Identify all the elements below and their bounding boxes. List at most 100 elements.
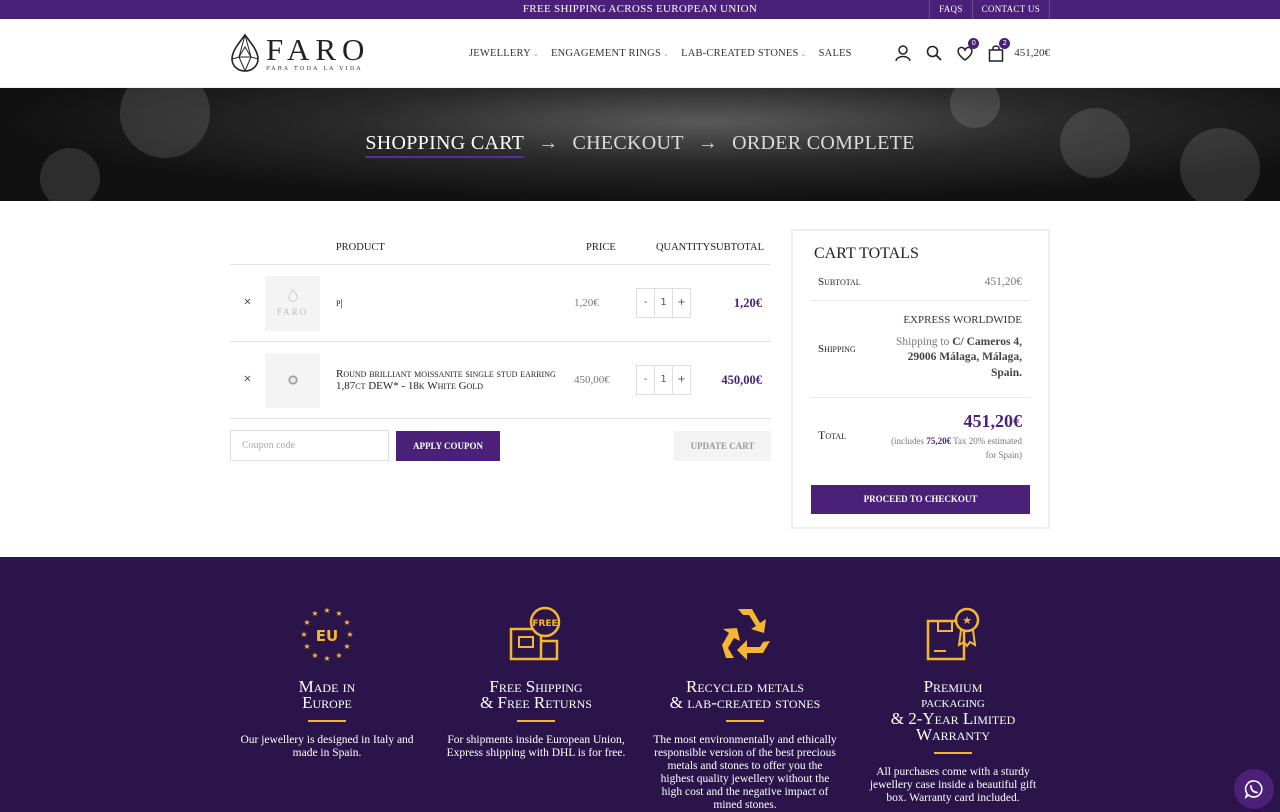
qty-plus-button[interactable]: + xyxy=(673,366,690,394)
earring-product-image xyxy=(288,375,297,385)
nav-label: JEWELLERY xyxy=(469,48,531,59)
faro-logo[interactable]: FARO PARA TODA LA VIDA xyxy=(230,33,370,73)
nav-item-jewellery[interactable]: JEWELLERY ⌄ xyxy=(469,48,539,59)
free-shipping-box-icon: FREE xyxy=(509,606,561,661)
feature-recycled-metals: Recycled metals & lab-created stones The … xyxy=(645,605,845,812)
nav-item-engagement-rings[interactable]: ENGAGEMENT RINGS ⌄ xyxy=(551,48,669,59)
product-thumbnail[interactable]: FARO xyxy=(265,275,320,331)
shipping-details: EXPRESS WORLDWIDE Shipping to C/ Cameros… xyxy=(896,313,1030,381)
qty-plus-button[interactable]: + xyxy=(673,289,690,317)
header-subtotal: SUBTOTAL xyxy=(710,241,764,253)
whatsapp-chat-button[interactable] xyxy=(1234,769,1274,809)
cart-table-header: PRODUCT PRICE QUANTITY SUBTOTAL xyxy=(230,230,771,265)
shipping-method: EXPRESS WORLDWIDE xyxy=(903,314,1022,326)
nav-item-lab-created-stones[interactable]: LAB-CREATED STONES ⌄ xyxy=(681,48,807,59)
faqs-link[interactable]: FAQS xyxy=(929,0,972,19)
top-links: FAQS CONTACT US xyxy=(929,0,1050,19)
shipping-announcement: FREE SHIPPING ACROSS EUROPEAN UNION xyxy=(522,3,758,15)
svg-text:★: ★ xyxy=(323,654,330,663)
product-price: 1,20€ xyxy=(574,297,599,309)
shipping-address-line: Spain. xyxy=(990,366,1022,379)
top-bar: FREE SHIPPING ACROSS EUROPEAN UNION FAQS… xyxy=(0,0,1280,19)
tax-value: 75,20€ xyxy=(926,435,952,446)
product-name-link[interactable]: p| xyxy=(336,297,574,309)
divider xyxy=(934,752,972,754)
qty-input[interactable]: 1 xyxy=(654,366,673,394)
header-icons: 0 2 451,20€ xyxy=(894,38,1050,62)
nav-item-sales[interactable]: SALES xyxy=(819,48,852,59)
shipping-label: Shipping xyxy=(818,343,856,355)
eu-stars-icon: ★ ★★★★★ ★★★★★★ EU xyxy=(300,606,353,663)
svg-text:★: ★ xyxy=(311,651,318,660)
row-subtotal: 450,00€ xyxy=(721,372,762,387)
quantity-stepper: - 1 + xyxy=(636,365,691,395)
product-price: 450,00€ xyxy=(574,374,610,386)
feature-title: Europe xyxy=(302,693,352,712)
product-thumbnail[interactable] xyxy=(265,352,320,408)
feature-title: Premium xyxy=(923,677,983,696)
cart-count-badge: 2 xyxy=(999,38,1011,49)
cart-totals-panel: CART TOTALS Subtotal 451,20€ Shipping EX… xyxy=(791,229,1050,529)
svg-text:★: ★ xyxy=(343,618,350,627)
product-name-link[interactable]: Round brilliant moissanite single stud e… xyxy=(336,368,574,392)
nav-label: SALES xyxy=(818,48,852,59)
cart-table: PRODUCT PRICE QUANTITY SUBTOTAL × FARO p… xyxy=(230,230,771,461)
tax-prefix: (includes xyxy=(891,435,927,446)
contact-us-link[interactable]: CONTACT US xyxy=(971,0,1050,19)
chevron-down-icon: ⌄ xyxy=(532,50,539,58)
remove-item-button[interactable]: × xyxy=(230,295,265,311)
cart-row: × FARO p| 1,20€ - 1 + 1,20€ xyxy=(230,265,771,342)
shipping-address-line: C/ Cameros 4, xyxy=(952,335,1022,348)
checkout-steps: SHOPPING CART → CHECKOUT → ORDER COMPLETE xyxy=(0,132,1280,158)
qty-minus-button[interactable]: - xyxy=(637,289,654,317)
header-cart-total[interactable]: 451,20€ xyxy=(1014,47,1050,59)
bag-icon[interactable]: 2 xyxy=(987,38,1011,62)
step-shopping-cart[interactable]: SHOPPING CART xyxy=(365,132,525,158)
row-subtotal: 1,20€ xyxy=(733,295,762,310)
divider xyxy=(308,720,346,722)
feature-premium-packaging: ★ Premium packaging & 2-Year Limited War… xyxy=(853,605,1053,805)
feature-free-shipping: FREE Free Shipping & Free Returns For shi… xyxy=(436,605,636,760)
qty-input[interactable]: 1 xyxy=(654,289,673,317)
svg-text:★: ★ xyxy=(335,609,342,618)
checkout-steps-banner: SHOPPING CART → CHECKOUT → ORDER COMPLETE xyxy=(0,88,1280,201)
step-checkout[interactable]: CHECKOUT xyxy=(573,132,684,154)
remove-item-button[interactable]: × xyxy=(230,372,265,388)
divider xyxy=(726,720,764,722)
update-cart-button[interactable]: UPDATE CART xyxy=(674,430,771,461)
proceed-to-checkout-button[interactable]: PROCEED TO CHECKOUT xyxy=(811,485,1030,514)
whatsapp-icon xyxy=(1244,780,1263,799)
arrow-right-icon: → xyxy=(697,132,719,154)
svg-text:★: ★ xyxy=(303,618,310,627)
features-footer: ★ ★ ★ ★ ★ ★ ★ ★ ★ ★ ★ ★ EU Made in Europe Our jewel… xyxy=(0,557,1280,812)
step-order-complete: ORDER COMPLETE xyxy=(732,132,915,154)
coupon-code-input[interactable]: Coupon code xyxy=(230,430,389,461)
total-details: 451,20€ (includes 75,20€ Tax 20% estimat… xyxy=(891,411,1030,461)
total-value: 451,20€ xyxy=(963,410,1023,431)
total-row: Total 451,20€ (includes 75,20€ Tax 20% e… xyxy=(811,398,1030,473)
shipping-to-prefix: Shipping to xyxy=(896,335,953,348)
svg-text:★: ★ xyxy=(311,609,318,618)
subtotal-label: Subtotal xyxy=(818,275,861,288)
chevron-down-icon: ⌄ xyxy=(663,50,670,58)
svg-text:EU: EU xyxy=(316,627,338,645)
logo-wordmark: FARO xyxy=(266,31,371,67)
heart-icon[interactable]: 0 xyxy=(956,38,980,62)
nav-label: LAB-CREATED STONES xyxy=(681,48,799,59)
shipping-row: Shipping EXPRESS WORLDWIDE Shipping to C… xyxy=(811,301,1030,398)
apply-coupon-button[interactable]: APPLY COUPON xyxy=(396,430,500,461)
diamond-logo-icon xyxy=(231,33,259,73)
feature-description: Our jewellery is designed in Italy and m… xyxy=(240,734,414,759)
feature-title: Warranty xyxy=(915,725,991,744)
quantity-stepper: - 1 + xyxy=(636,288,691,318)
qty-minus-button[interactable]: - xyxy=(637,366,654,394)
nav-label: ENGAGEMENT RINGS xyxy=(550,48,661,59)
svg-text:FREE: FREE xyxy=(532,619,557,629)
search-icon[interactable] xyxy=(925,44,943,62)
header-product: PRODUCT xyxy=(335,241,385,253)
feature-made-in-europe: ★ ★ ★ ★ ★ ★ ★ ★ ★ ★ ★ ★ EU Made in Europe Our jewel… xyxy=(227,605,427,760)
logo-tagline: PARA TODA LA VIDA xyxy=(266,65,363,72)
user-icon[interactable] xyxy=(894,44,912,62)
subtotal-value: 451,20€ xyxy=(984,275,1022,288)
premium-box-icon: ★ xyxy=(926,607,980,661)
